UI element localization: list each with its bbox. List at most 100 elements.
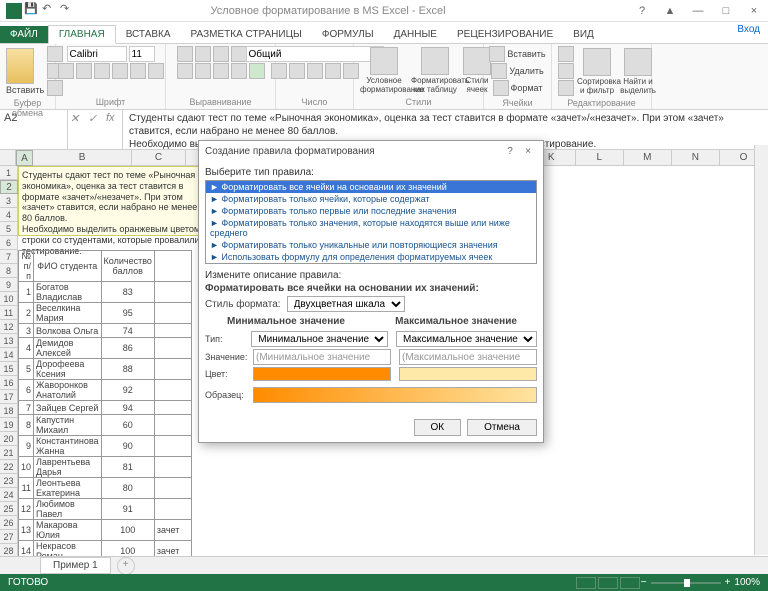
border-icon[interactable] (112, 63, 128, 79)
row-header[interactable]: 13 (0, 334, 18, 348)
row-header[interactable]: 4 (0, 208, 18, 222)
zoom-slider[interactable] (651, 582, 721, 584)
dec-inc-icon[interactable] (325, 63, 341, 79)
select-all-corner[interactable] (0, 150, 16, 165)
row-header[interactable]: 10 (0, 292, 18, 306)
clear-icon[interactable] (558, 80, 574, 96)
percent-icon[interactable] (289, 63, 305, 79)
format-cells-icon[interactable] (493, 80, 509, 96)
row-header[interactable]: 16 (0, 376, 18, 390)
row-header[interactable]: 17 (0, 390, 18, 404)
qat-undo-icon[interactable]: ↶ (42, 2, 56, 16)
col-header-L[interactable]: L (576, 150, 624, 165)
row-header[interactable]: 5 (0, 222, 18, 236)
close-button[interactable]: × (740, 1, 768, 21)
delete-cells-icon[interactable] (491, 63, 507, 79)
table-row[interactable]: 6Жаворонков Анатолий92 (19, 380, 192, 401)
table-row[interactable]: 5Дорофеева Ксения88 (19, 359, 192, 380)
rule-type-item[interactable]: ► Форматировать только первые или послед… (206, 205, 536, 217)
rule-type-item[interactable]: ► Форматировать только значения, которые… (206, 217, 536, 239)
autosum-icon[interactable] (558, 46, 574, 62)
row-header[interactable]: 12 (0, 320, 18, 334)
qat-redo-icon[interactable]: ↷ (60, 2, 74, 16)
tab-view[interactable]: ВИД (563, 26, 604, 43)
format-table-icon[interactable] (421, 47, 449, 75)
find-select-icon[interactable] (624, 48, 652, 76)
table-row[interactable]: 2Веселкина Мария95 (19, 303, 192, 324)
min-value-input[interactable] (253, 349, 391, 365)
row-header[interactable]: 15 (0, 362, 18, 376)
dialog-help-icon[interactable]: ? (501, 146, 519, 157)
row-header[interactable]: 6 (0, 236, 18, 250)
table-row[interactable]: 13Макарова Юлия100зачет (19, 520, 192, 541)
tab-file[interactable]: ФАЙЛ (0, 26, 48, 43)
table-row[interactable]: 12Любимов Павел91 (19, 499, 192, 520)
tab-formulas[interactable]: ФОРМУЛЫ (312, 26, 384, 43)
fill-color-icon[interactable] (130, 63, 146, 79)
style-format-select[interactable]: Двухцветная шкала (287, 296, 405, 312)
row-header[interactable]: 1 (0, 166, 18, 180)
fill-icon[interactable] (558, 63, 574, 79)
bold-icon[interactable] (58, 63, 74, 79)
conditional-format-icon[interactable] (370, 47, 398, 75)
sheet-tab[interactable]: Пример 1 (40, 557, 111, 574)
max-type-select[interactable]: Максимальное значение (396, 331, 537, 347)
table-row[interactable]: 7Зайцев Сергей94 (19, 401, 192, 415)
merged-cell-note[interactable]: Студенты сдают тест по теме «Рыночная эк… (18, 166, 208, 236)
row-header[interactable]: 22 (0, 460, 18, 474)
zoom-level[interactable]: 100% (734, 577, 760, 588)
ribbon-toggle-icon[interactable]: ▲ (656, 1, 684, 21)
min-color-select[interactable] (253, 367, 391, 381)
fx-icon[interactable]: fx (106, 112, 120, 126)
col-header-M[interactable]: M (624, 150, 672, 165)
indent-dec-icon[interactable] (231, 63, 247, 79)
insert-cells-icon[interactable] (489, 46, 505, 62)
vertical-scrollbar[interactable] (754, 145, 768, 555)
row-header[interactable]: 3 (0, 194, 18, 208)
underline-icon[interactable] (94, 63, 110, 79)
row-header[interactable]: 7 (0, 250, 18, 264)
tab-insert[interactable]: ВСТАВКА (116, 26, 181, 43)
row-header[interactable]: 25 (0, 502, 18, 516)
row-header[interactable]: 23 (0, 474, 18, 488)
paste-icon[interactable] (6, 48, 34, 84)
orient-icon[interactable] (231, 46, 247, 62)
qat-save-icon[interactable]: 💾 (24, 2, 38, 16)
rule-type-item[interactable]: ► Форматировать только уникальные или по… (206, 239, 536, 251)
view-pagelayout-icon[interactable] (598, 577, 618, 589)
rule-type-item[interactable]: ► Форматировать все ячейки на основании … (206, 181, 536, 193)
row-header[interactable]: 8 (0, 264, 18, 278)
row-header[interactable]: 18 (0, 404, 18, 418)
tab-home[interactable]: ГЛАВНАЯ (48, 25, 116, 44)
row-header[interactable]: 20 (0, 432, 18, 446)
minimize-button[interactable]: — (684, 1, 712, 21)
row-header[interactable]: 24 (0, 488, 18, 502)
tab-page-layout[interactable]: РАЗМЕТКА СТРАНИЦЫ (181, 26, 312, 43)
maximize-button[interactable]: □ (712, 1, 740, 21)
align-mid-icon[interactable] (195, 46, 211, 62)
row-header[interactable]: 9 (0, 278, 18, 292)
table-row[interactable]: 1Богатов Владислав83 (19, 282, 192, 303)
align-right-icon[interactable] (213, 63, 229, 79)
row-header[interactable]: 21 (0, 446, 18, 460)
help-icon[interactable]: ? (628, 1, 656, 21)
table-row[interactable]: 9Константинова Жанна90 (19, 436, 192, 457)
row-header[interactable]: 27 (0, 530, 18, 544)
dialog-close-icon[interactable]: × (519, 146, 537, 157)
rule-type-list[interactable]: ► Форматировать все ячейки на основании … (205, 180, 537, 264)
min-type-select[interactable]: Минимальное значение (251, 331, 388, 347)
zoom-in-button[interactable]: + (725, 577, 731, 588)
row-header[interactable]: 11 (0, 306, 18, 320)
align-center-icon[interactable] (195, 63, 211, 79)
table-row[interactable]: 8Капустин Михаил60 (19, 415, 192, 436)
italic-icon[interactable] (76, 63, 92, 79)
view-normal-icon[interactable] (576, 577, 596, 589)
font-size-select[interactable] (129, 46, 155, 62)
signin-link[interactable]: Вход (737, 24, 760, 35)
table-row[interactable]: 11Леонтьева Екатерина80 (19, 478, 192, 499)
cancel-fx-icon[interactable]: ✕ (70, 112, 84, 126)
row-header[interactable]: 26 (0, 516, 18, 530)
row-header[interactable]: 19 (0, 418, 18, 432)
add-sheet-button[interactable]: + (117, 557, 135, 575)
merge-icon[interactable] (249, 63, 265, 79)
